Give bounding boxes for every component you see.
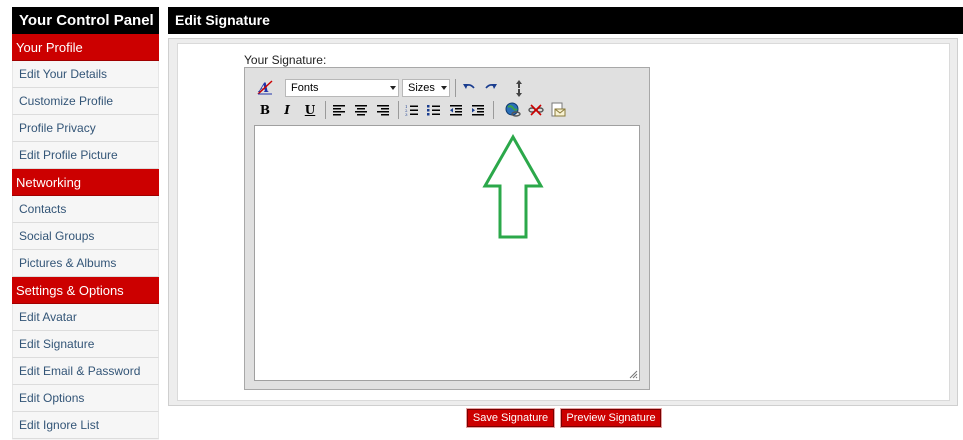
underline-button[interactable]: U [300, 100, 320, 120]
toggle-size-icon[interactable] [509, 78, 529, 98]
section-header-settings-options: Settings & Options [12, 277, 159, 304]
font-select-value: Fonts [291, 82, 319, 94]
align-left-icon[interactable] [329, 100, 349, 120]
sidebar-item-customize-profile[interactable]: Customize Profile [12, 88, 159, 115]
insert-email-icon[interactable] [548, 100, 568, 120]
align-right-icon[interactable] [373, 100, 393, 120]
sidebar-item-edit-signature[interactable]: Edit Signature [12, 331, 159, 358]
save-signature-button[interactable]: Save Signature [466, 408, 555, 428]
control-panel-sidebar: Your Control Panel Your Profile Edit You… [12, 7, 159, 440]
remove-format-icon[interactable]: A [255, 77, 275, 97]
toolbar-divider [455, 79, 456, 97]
section-header-networking: Networking [12, 169, 159, 196]
bold-button[interactable]: B [255, 100, 275, 120]
sidebar-item-edit-avatar[interactable]: Edit Avatar [12, 304, 159, 331]
size-select[interactable]: Sizes [402, 79, 450, 97]
chevron-down-icon [390, 86, 396, 90]
resize-grip-icon[interactable] [629, 370, 638, 379]
sidebar-title: Your Control Panel [12, 7, 159, 34]
sidebar-item-pictures-albums[interactable]: Pictures & Albums [12, 250, 159, 277]
italic-button[interactable]: I [277, 100, 297, 120]
sidebar-item-profile-privacy[interactable]: Profile Privacy [12, 115, 159, 142]
preview-signature-button[interactable]: Preview Signature [560, 408, 662, 428]
toolbar-divider [325, 101, 326, 119]
toolbar-divider [398, 101, 399, 119]
sidebar-item-contacts[interactable]: Contacts [12, 196, 159, 223]
svg-text:3: 3 [405, 112, 408, 116]
ordered-list-icon[interactable]: 123 [402, 100, 422, 120]
outdent-icon[interactable] [446, 100, 466, 120]
section-header-your-profile: Your Profile [12, 34, 159, 61]
font-select[interactable]: Fonts [285, 79, 399, 97]
signature-label: Your Signature: [244, 53, 327, 67]
sidebar-item-edit-ignore-list[interactable]: Edit Ignore List [12, 412, 159, 439]
signature-editor: A Fonts Sizes B I U 123 [244, 67, 650, 390]
sidebar-item-social-groups[interactable]: Social Groups [12, 223, 159, 250]
redo-icon[interactable] [481, 78, 501, 98]
sidebar-item-edit-profile-picture[interactable]: Edit Profile Picture [12, 142, 159, 169]
sidebar-item-edit-your-details[interactable]: Edit Your Details [12, 61, 159, 88]
indent-icon[interactable] [468, 100, 488, 120]
unordered-list-icon[interactable] [424, 100, 444, 120]
toolbar-divider [493, 101, 494, 119]
sidebar-item-edit-options[interactable]: Edit Options [12, 385, 159, 412]
annotation-arrow-icon [482, 134, 544, 239]
signature-textarea[interactable] [254, 125, 640, 381]
chevron-down-icon [441, 86, 447, 90]
sidebar-item-edit-email-password[interactable]: Edit Email & Password [12, 358, 159, 385]
unlink-icon[interactable] [526, 100, 546, 120]
insert-link-icon[interactable] [503, 100, 523, 120]
page-title: Edit Signature [168, 7, 963, 34]
size-select-value: Sizes [408, 82, 435, 94]
align-center-icon[interactable] [351, 100, 371, 120]
undo-icon[interactable] [459, 78, 479, 98]
